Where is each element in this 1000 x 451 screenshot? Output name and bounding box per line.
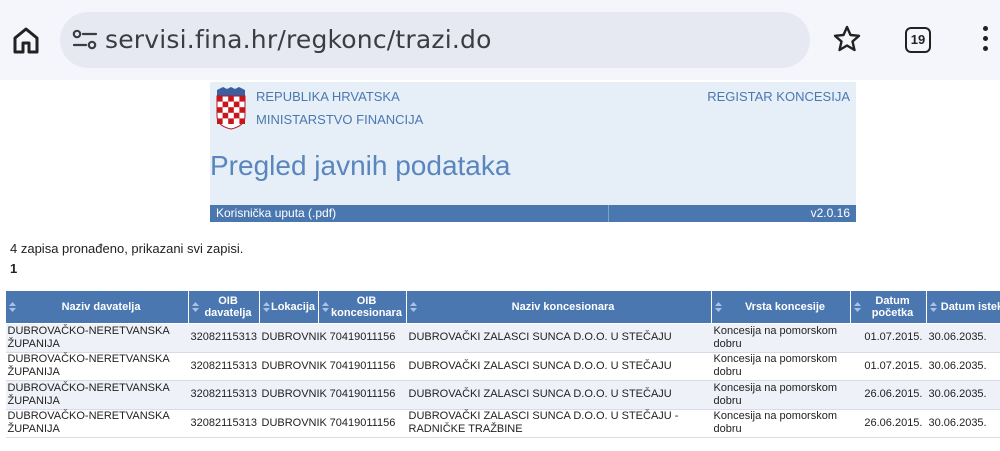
table-cell: DUBROVAČKO-NERETVANSKA ŽUPANIJA — [5, 409, 189, 438]
sort-icon — [9, 302, 16, 312]
table-cell: DUBROVNIK — [259, 352, 327, 381]
ministry-label: MINISTARSTVO FINANCIJA — [256, 112, 424, 127]
sort-icon — [192, 302, 199, 312]
star-icon[interactable] — [832, 24, 862, 54]
table-cell: 32082115313 — [188, 323, 260, 353]
home-icon[interactable] — [10, 24, 42, 56]
table-cell: 01.07.2015. — [850, 323, 927, 353]
version-label: v2.0.16 — [810, 206, 850, 220]
table-cell: DUBROVNIK — [259, 409, 327, 438]
table-cell: DUBROVAČKO-NERETVANSKA ŽUPANIJA — [5, 352, 189, 381]
table-cell: 70419011156 — [318, 352, 407, 381]
table-cell: DUBROVAČKO-NERETVANSKA ŽUPANIJA — [5, 380, 189, 410]
table-cell: 30.06.2035. — [926, 352, 1000, 381]
sort-icon — [322, 302, 329, 312]
table-cell: DUBROVNIK — [259, 323, 327, 353]
table-cell: Koncesija na pomorskom dobru — [711, 409, 851, 438]
column-header[interactable]: Lokacija — [259, 290, 319, 324]
table-cell: 30.06.2035. — [926, 409, 1000, 438]
browser-toolbar: servisi.fina.hr/regkonc/trazi.do 19 — [0, 0, 1000, 80]
column-header[interactable]: Datum isteka — [926, 290, 1000, 324]
table-cell: Koncesija na pomorskom dobru — [711, 352, 851, 381]
republic-label: REPUBLIKA HRVATSKA — [256, 89, 400, 104]
page-title: Pregled javnih podataka — [210, 150, 511, 181]
column-header[interactable]: Datum početka — [850, 290, 927, 324]
table-cell: 30.06.2035. — [926, 323, 1000, 353]
sort-icon — [930, 302, 937, 312]
table-cell: 70419011156 — [318, 380, 407, 410]
table-cell: Koncesija na pomorskom dobru — [711, 323, 851, 353]
address-bar[interactable]: servisi.fina.hr/regkonc/trazi.do — [60, 12, 810, 68]
column-header[interactable]: OIB davatelja — [188, 290, 260, 324]
sort-icon — [854, 302, 861, 312]
table-cell: 26.06.2015. — [850, 409, 927, 438]
table-cell: 70419011156 — [318, 409, 407, 438]
page-banner: REPUBLIKA HRVATSKA MINISTARSTVO FINANCIJ… — [210, 82, 856, 222]
results-count: 4 zapisa pronađeno, prikazani svi zapisi… — [10, 241, 244, 256]
column-header[interactable]: OIB koncesionara — [318, 290, 407, 324]
tabs-icon[interactable]: 19 — [905, 27, 931, 53]
table-cell: 32082115313 — [188, 380, 260, 410]
table-cell: 26.06.2015. — [850, 380, 927, 410]
more-menu-icon[interactable] — [980, 26, 990, 56]
table-cell: DUBROVAČKI ZALASCI SUNCA D.O.O. U STEČAJ… — [406, 409, 712, 438]
bar-divider — [608, 205, 609, 222]
table-cell: Koncesija na pomorskom dobru — [711, 380, 851, 410]
table-cell: DUBROVAČKO-NERETVANSKA ŽUPANIJA — [5, 323, 189, 353]
sort-icon — [410, 302, 417, 312]
sort-icon — [263, 302, 270, 312]
banner-bar: Korisnička uputa (.pdf) v2.0.16 — [210, 205, 856, 222]
page-number[interactable]: 1 — [10, 261, 17, 276]
table-cell: 32082115313 — [188, 409, 260, 438]
table-row[interactable]: DUBROVAČKO-NERETVANSKA ŽUPANIJA 32082115… — [5, 380, 1000, 410]
table-cell: 32082115313 — [188, 352, 260, 381]
column-header[interactable]: Vrsta koncesije — [711, 290, 851, 324]
table-row[interactable]: DUBROVAČKO-NERETVANSKA ŽUPANIJA 32082115… — [5, 323, 1000, 353]
results-table: Naziv davatelja OIB davatelja Lokacija O… — [5, 290, 1000, 438]
coat-of-arms-icon — [216, 87, 246, 130]
table-row[interactable]: DUBROVAČKO-NERETVANSKA ŽUPANIJA 32082115… — [5, 409, 1000, 438]
site-settings-icon[interactable] — [72, 28, 98, 52]
registry-link[interactable]: REGISTAR KONCESIJA — [707, 89, 850, 104]
column-header[interactable]: Naziv koncesionara — [406, 290, 712, 324]
table-cell: DUBROVNIK — [259, 380, 327, 410]
table-cell: DUBROVAČKI ZALASCI SUNCA D.O.O. U STEČAJ… — [406, 380, 712, 410]
table-cell: DUBROVAČKI ZALASCI SUNCA D.O.O. U STEČAJ… — [406, 352, 712, 381]
table-cell: DUBROVAČKI ZALASCI SUNCA D.O.O. U STEČAJ… — [406, 323, 712, 353]
table-header-row: Naziv davatelja OIB davatelja Lokacija O… — [5, 290, 1000, 324]
column-header[interactable]: Naziv davatelja — [5, 290, 189, 324]
sort-icon — [715, 302, 722, 312]
table-cell: 70419011156 — [318, 323, 407, 353]
table-row[interactable]: DUBROVAČKO-NERETVANSKA ŽUPANIJA 32082115… — [5, 352, 1000, 381]
user-guide-link[interactable]: Korisnička uputa (.pdf) — [216, 206, 336, 220]
table-cell: 01.07.2015. — [850, 352, 927, 381]
url-text[interactable]: servisi.fina.hr/regkonc/trazi.do — [105, 25, 492, 54]
table-cell: 30.06.2035. — [926, 380, 1000, 410]
